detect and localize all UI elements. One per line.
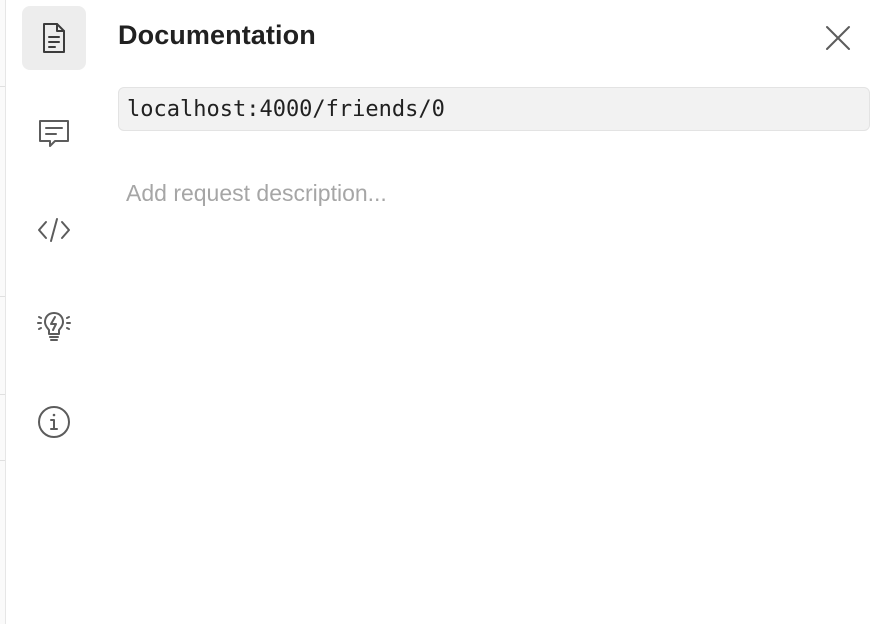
close-icon: [826, 26, 850, 50]
rail-button-code[interactable]: [22, 198, 86, 262]
edge-divider-line: [0, 394, 5, 395]
comment-icon: [39, 120, 69, 147]
rail-button-insights[interactable]: [22, 294, 86, 358]
rail-button-documentation[interactable]: [22, 6, 86, 70]
edge-divider-line: [0, 460, 5, 461]
rail-button-info[interactable]: [22, 390, 86, 454]
document-icon: [43, 23, 65, 53]
request-description-field[interactable]: Add request description...: [126, 180, 866, 210]
request-url-text: localhost:4000/friends/0: [127, 96, 445, 122]
code-icon: [38, 218, 70, 242]
close-button[interactable]: [818, 18, 858, 58]
lightbulb-icon: [37, 312, 71, 341]
request-url-field[interactable]: localhost:4000/friends/0: [118, 87, 870, 131]
edge-divider-line: [0, 86, 5, 87]
edge-divider-line: [0, 296, 5, 297]
panel-title: Documentation: [118, 20, 316, 50]
description-placeholder: Add request description...: [126, 180, 387, 206]
left-edge-divider: [0, 0, 6, 624]
documentation-panel: Documentation localhost:4000/friends/0 A…: [0, 0, 876, 624]
rail-button-comments[interactable]: [22, 102, 86, 166]
info-icon: [38, 406, 70, 438]
